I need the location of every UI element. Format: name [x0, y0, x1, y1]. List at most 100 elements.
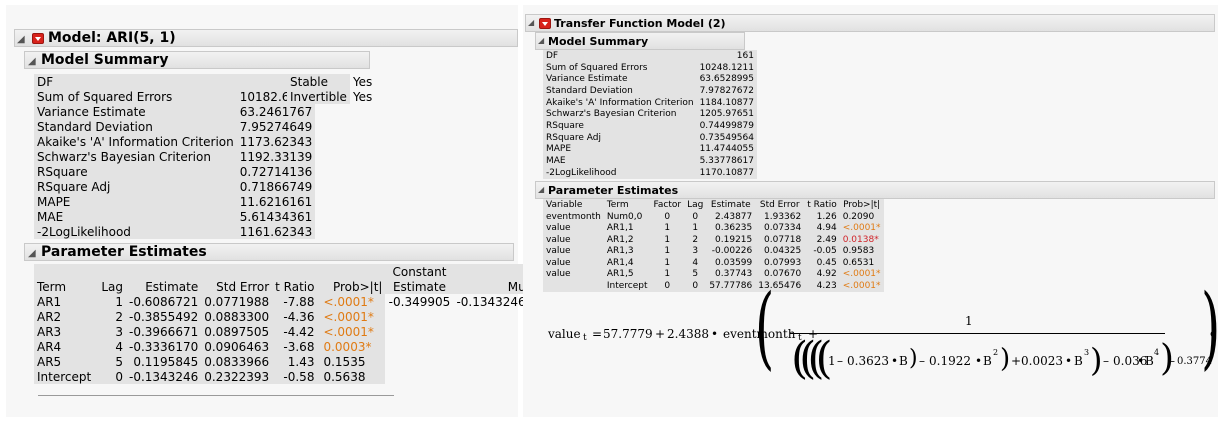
parameter-estimates-header-right[interactable]: ◢ Parameter Estimates [535, 181, 1215, 199]
summary-value: 10248.1211 [696, 61, 757, 74]
red-menu-icon[interactable] [539, 18, 551, 29]
eq-b2: B [983, 354, 992, 368]
param-cell-p: 0.6531 [839, 257, 884, 269]
summary-label: MAPE [543, 143, 697, 156]
param-cell-lag: 2 [96, 309, 126, 324]
param-header-cell[interactable]: Prob>|t| [317, 279, 386, 294]
transfer-function-header[interactable]: ◢ Transfer Function Model (2) [525, 14, 1215, 32]
model-summary-table-right: DF 161 Sum of Squared Errors 10248.1211 Vari… [543, 50, 757, 179]
param-cell-mu: -0.1343246 [456, 294, 526, 309]
param-header-cell[interactable]: Lag [96, 279, 126, 294]
eq-one: 1 [828, 354, 836, 368]
param-cell-p: <.0001* [317, 324, 386, 339]
eq-dot-3: • [975, 354, 983, 368]
disclosure-triangle-icon[interactable]: ◢ [538, 185, 544, 194]
flag-label: Invertible [287, 89, 350, 104]
param-cell-lag: 0 [96, 369, 126, 384]
model-summary-header-right[interactable]: ◢ Model Summary [535, 32, 745, 50]
param-cell-term: Intercept [603, 280, 651, 292]
param-cell-term: AR1,5 [603, 268, 651, 280]
summary-row: Sum of Squared Errors 10182.6345 [34, 89, 316, 104]
param-cell-se: 0.04325 [755, 245, 805, 257]
param-cell-factor: 1 [650, 268, 685, 280]
param-cell-t: 4.94 [804, 222, 840, 234]
param-header-cell[interactable]: Factor [650, 199, 685, 211]
param-cell-p: <.0001* [317, 309, 386, 324]
summary-label: RSquare [543, 120, 697, 132]
param-header-cell[interactable]: Mu [453, 279, 529, 294]
summary-label: RSquare Adj [34, 179, 237, 194]
param-header-cell[interactable]: Std Error [201, 279, 273, 294]
param-cell-se: 0.0833966 [201, 354, 273, 369]
param-cell-c [385, 369, 453, 384]
eq-b3: B [1074, 354, 1083, 368]
param-cell-est: -0.1343246 [126, 369, 202, 384]
disclosure-triangle-icon[interactable]: ◢ [28, 56, 36, 67]
parameter-estimates-table-right: Variable Term Factor Lag Estimate Std Error t … [543, 199, 884, 292]
param-header-cell[interactable]: Term [34, 279, 96, 294]
param-header-cell[interactable]: Variable [543, 199, 604, 211]
param-cell-t: 0.45 [804, 257, 840, 269]
param-cell-t: -3.68 [272, 339, 318, 354]
param-cell-t: 2.49 [804, 234, 840, 246]
summary-row: Schwarz's Bayesian Criterion 1192.33139 [34, 149, 316, 164]
table-bottom-rule [38, 395, 394, 396]
summary-value: 1205.97651 [696, 108, 757, 121]
summary-label: MAE [34, 209, 237, 224]
eq-dot-4: • [1065, 354, 1073, 368]
param-cell-t: -0.58 [272, 369, 318, 384]
param-cell-t: -0.05 [804, 245, 840, 257]
disclosure-triangle-icon[interactable]: ◢ [528, 18, 534, 27]
summary-label: Sum of Squared Errors [34, 89, 237, 104]
summary-label: Variance Estimate [543, 73, 697, 86]
disclosure-triangle-icon[interactable]: ◢ [17, 34, 25, 45]
model-summary-header[interactable]: ◢ Model Summary [24, 51, 370, 69]
param-cell-term: AR1,3 [603, 245, 651, 257]
param-header-cell[interactable]: t Ratio [272, 279, 318, 294]
summary-label: DF [34, 74, 237, 89]
param-cell-lag: 5 [96, 354, 126, 369]
eq-big-open-paren: ( [755, 275, 775, 380]
summary-row: Standard Deviation 7.97827672 [543, 85, 757, 97]
param-row: eventmonth Num0,0 0 0 2.43877 1.93362 1.26 0.20… [543, 211, 884, 223]
param-header-cell[interactable]: Term [603, 199, 651, 211]
red-menu-icon[interactable] [32, 33, 44, 44]
disclosure-triangle-icon[interactable]: ◢ [28, 248, 36, 259]
summary-label: Sum of Squared Errors [543, 61, 697, 74]
param-cell-est: 0.1195845 [126, 354, 202, 369]
eq-lhs-subscript: t [583, 333, 587, 343]
param-header-cell[interactable]: Lag [684, 199, 707, 211]
param-header-cell[interactable]: Std Error [755, 199, 805, 211]
param-row: value AR1,5 1 5 0.37743 0.07670 4.92 <.0001* [543, 268, 884, 280]
param-cell-t: -7.88 [272, 294, 318, 309]
param-header-cell[interactable]: Prob>|t| [839, 199, 884, 211]
param-row: AR3 3 -0.3966671 0.0897505 -4.42 <.0001* [34, 324, 529, 339]
flag-value: Yes [352, 89, 373, 104]
param-cell-p: <.0001* [839, 268, 884, 280]
param-header-cell[interactable]: t Ratio [804, 199, 840, 211]
eq-power-4: 4 [1154, 348, 1160, 357]
summary-value: 1170.10877 [696, 166, 757, 179]
summary-row: MAE 5.61434361 [34, 209, 316, 224]
eq-nested-open-parens: (((( [791, 333, 833, 384]
param-header-cell[interactable]: Estimate [385, 279, 454, 294]
eq-minus-4: – [1169, 354, 1175, 368]
model-ari-header[interactable]: ◢ Model: ARI(5, 1) [14, 29, 518, 47]
parameter-estimates-header[interactable]: ◢ Parameter Estimates [24, 243, 514, 261]
param-cell-var: value [543, 245, 604, 257]
param-cell-term: AR5 [34, 354, 96, 369]
param-cell-lag: 0 [684, 280, 707, 292]
param-header-cell[interactable]: Estimate [706, 199, 756, 211]
param-cell-se: 0.0883300 [201, 309, 273, 324]
param-cell-se: 1.93362 [755, 211, 805, 223]
param-cell-p: 0.5638 [317, 369, 386, 384]
param-cell-se: 0.0906463 [201, 339, 273, 354]
param-header-cell[interactable]: Estimate [126, 279, 202, 294]
param-row: AR2 2 -0.3855492 0.0883300 -4.36 <.0001* [34, 309, 529, 324]
summary-label: Akaike's 'A' Information Criterion [543, 96, 697, 109]
param-cell-p: <.0001* [839, 222, 884, 234]
summary-label: -2LogLikelihood [34, 224, 237, 239]
summary-value: 0.71866749 [236, 179, 316, 194]
summary-row: MAPE 11.6216161 [34, 194, 316, 209]
disclosure-triangle-icon[interactable]: ◢ [538, 36, 544, 45]
